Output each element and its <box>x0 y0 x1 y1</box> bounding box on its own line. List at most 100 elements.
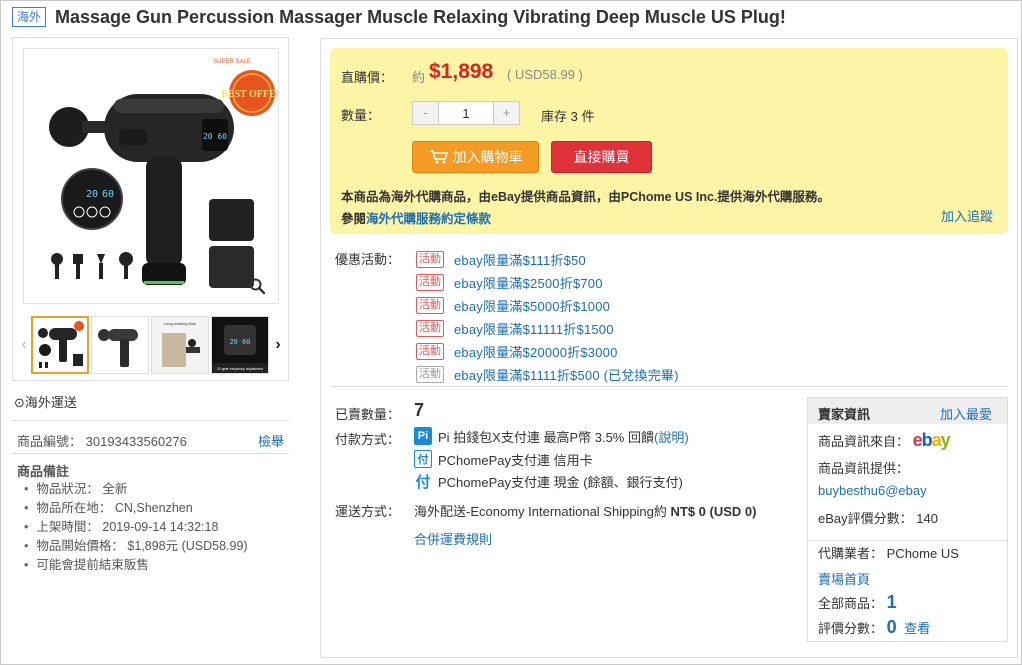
shipping-method-label: 運送方式： <box>335 504 401 519</box>
shipping-price: NT$ 0 (USD 0) <box>670 504 757 519</box>
combined-shipping-link[interactable]: 合併運費規則 <box>414 529 492 548</box>
product-id-label: 商品編號： <box>17 434 83 449</box>
terms-link[interactable]: 海外代購服務約定條款 <box>366 212 491 226</box>
svg-text:Long working time: Long working time <box>164 321 197 326</box>
ebay-score: 140 <box>916 511 938 526</box>
promo-tag: 活動 <box>416 366 444 383</box>
promo-item[interactable]: 活動 ebay限量滿$2500折$700 <box>416 271 679 294</box>
payment-cash: 付 PChomePay支付連 現金 (餘額、銀行支付) <box>414 471 683 491</box>
promo-item[interactable]: 活動 ebay限量滿$1111折$500 (已兌換完畢) <box>416 363 679 386</box>
overseas-badge: 海外 <box>12 7 47 27</box>
stock-count: 庫存 3 件 <box>541 109 595 124</box>
agent-row: 代購業者： PChome US <box>818 543 959 562</box>
source-label: 商品資訊來自： <box>818 434 910 449</box>
svg-text:SUPER SALE: SUPER SALE <box>213 59 251 65</box>
add-favorite-link[interactable]: 加入最愛 <box>940 404 992 423</box>
note-item: 上架時間： 2019-09-14 14:32:18 <box>24 518 248 537</box>
seller-id-link[interactable]: buybesthu6@ebay <box>818 483 927 498</box>
store-home-link[interactable]: 賣場首頁 <box>818 569 870 588</box>
promo-tag: 活動 <box>416 274 444 291</box>
all-products-row: 全部商品： 1 <box>818 592 897 613</box>
thumbs-next-icon[interactable]: › <box>271 336 285 354</box>
thumb-4[interactable]: 20 60 20 gear frequency adjustment <box>211 316 269 374</box>
title-row: 海外 Massage Gun Percussion Massager Muscl… <box>12 5 786 29</box>
page-title: Massage Gun Percussion Massager Muscle R… <box>55 6 786 27</box>
view-rating-link[interactable]: 查看 <box>904 621 930 636</box>
promo-text[interactable]: ebay限量滿$2500折$700 <box>454 273 603 292</box>
payment-label: 付款方式： <box>335 432 401 447</box>
product-id: 30193433560276 <box>85 434 187 449</box>
all-products-label: 全部商品： <box>818 596 884 611</box>
seller-divider <box>808 540 1007 541</box>
shipping-label: 海外運送 <box>24 395 77 410</box>
svg-text:20 60: 20 60 <box>229 338 250 346</box>
svg-text:BEST OFFER: BEST OFFER <box>221 89 279 100</box>
main-product-image[interactable]: SUPER SALE BEST OFFER 20 60 20 60 <box>23 48 279 304</box>
promo-item[interactable]: 活動 ebay限量滿$111折$50 <box>416 248 679 271</box>
sold-label: 已賣數量： <box>335 407 401 422</box>
pi-wallet-icon: Pi <box>414 427 432 445</box>
promo-tag: 活動 <box>416 343 444 360</box>
sidebar-divider <box>12 453 289 454</box>
quantity-input[interactable] <box>439 102 493 124</box>
agent-name: PChome US <box>886 546 959 561</box>
terms-row: 參閱海外代購服務約定條款 <box>341 208 491 227</box>
price-usd: ( USD58.99 ) <box>507 67 583 82</box>
thumb-4-image: 20 60 20 gear frequency adjustment <box>212 317 268 373</box>
promo-text[interactable]: ebay限量滿$1111折$500 (已兌換完畢) <box>454 365 679 384</box>
promo-text[interactable]: ebay限量滿$5000折$1000 <box>454 296 610 315</box>
quantity-stepper: - + <box>412 101 520 125</box>
price: $1,898 <box>429 60 494 83</box>
promo-text[interactable]: ebay限量滿$20000折$3000 <box>454 342 618 361</box>
promo-tag: 活動 <box>416 251 444 268</box>
massage-gun-image: SUPER SALE BEST OFFER 20 60 20 60 <box>49 59 279 288</box>
qty-minus-button[interactable]: - <box>413 102 439 124</box>
shipping-method: 海外配送-Economy International Shipping約 NT$… <box>414 501 756 520</box>
all-products-count[interactable]: 1 <box>887 592 897 612</box>
svg-text:20: 20 <box>86 189 98 200</box>
payment-pi-info-link[interactable]: (說明) <box>654 427 689 446</box>
overseas-shipping: ⊙海外運送 <box>14 392 77 411</box>
thumb-1-image <box>38 321 84 368</box>
add-to-cart-button[interactable]: 加入購物車 <box>412 141 539 173</box>
promo-text[interactable]: ebay限量滿$11111折$1500 <box>454 319 614 338</box>
terms-prefix: 參閱 <box>341 212 367 226</box>
payment-pi-text: Pi 拍錢包X支付連 最高P幣 3.5% 回饋 <box>438 429 654 445</box>
promo-tag: 活動 <box>416 297 444 314</box>
promo-tag: 活動 <box>416 320 444 337</box>
source-row: 商品資訊來自： ebay <box>818 430 951 451</box>
thumb-2[interactable] <box>91 316 149 374</box>
seller-info-box: 賣家資訊 加入最愛 商品資訊來自： ebay 商品資訊提供： buybesthu… <box>807 397 1008 642</box>
svg-text:20 gear frequency adjustment: 20 gear frequency adjustment <box>217 367 263 371</box>
promo-item[interactable]: 活動 ebay限量滿$11111折$1500 <box>416 317 679 340</box>
promo-label: 優惠活動： <box>335 252 401 267</box>
payment-cash-text: PChomePay支付連 現金 (餘額、銀行支付) <box>438 474 683 490</box>
notes-list: 物品狀況： 全新 物品所在地： CN,Shenzhen 上架時間： 2019-0… <box>24 480 248 575</box>
payment-card-text: PChomePay支付連 信用卡 <box>438 452 593 468</box>
promo-text[interactable]: ebay限量滿$111折$50 <box>454 250 586 269</box>
thumbs-prev-icon[interactable]: ‹ <box>17 336 31 354</box>
thumb-1[interactable] <box>31 316 89 374</box>
add-to-watchlist-link[interactable]: 加入追蹤 <box>941 206 993 225</box>
buy-now-button[interactable]: 直接購買 <box>551 141 652 173</box>
qty-plus-button[interactable]: + <box>493 102 519 124</box>
promo-item[interactable]: 活動 ebay限量滿$20000折$3000 <box>416 340 679 363</box>
ebay-logo: ebay <box>912 430 951 450</box>
zoom-icon[interactable] <box>248 277 266 295</box>
pchomepay-cash-icon: 付 <box>415 473 431 491</box>
svg-text:60: 60 <box>102 189 114 200</box>
add-to-cart-label: 加入購物車 <box>452 149 523 165</box>
shipping-method-text: 海外配送-Economy International Shipping約 <box>414 504 671 519</box>
promo-item[interactable]: 活動 ebay限量滿$5000折$1000 <box>416 294 679 317</box>
provider-label: 商品資訊提供： <box>818 461 910 476</box>
sold-count: 7 <box>414 400 425 420</box>
price-label: 直購價： <box>341 70 394 85</box>
promo-list: 活動 ebay限量滿$111折$50 活動 ebay限量滿$2500折$700 … <box>416 248 679 386</box>
thumb-3[interactable]: Long working time <box>151 316 209 374</box>
section-divider <box>331 386 1008 387</box>
pchomepay-icon: 付 <box>414 450 432 468</box>
thumb-2-image <box>98 329 138 367</box>
note-item: 物品開始價格： $1,898元 (USD58.99) <box>24 537 247 556</box>
report-link[interactable]: 檢舉 <box>258 431 284 450</box>
payment-pi: Pi Pi 拍錢包X支付連 最高P幣 3.5% 回饋 (說明) <box>414 426 689 446</box>
